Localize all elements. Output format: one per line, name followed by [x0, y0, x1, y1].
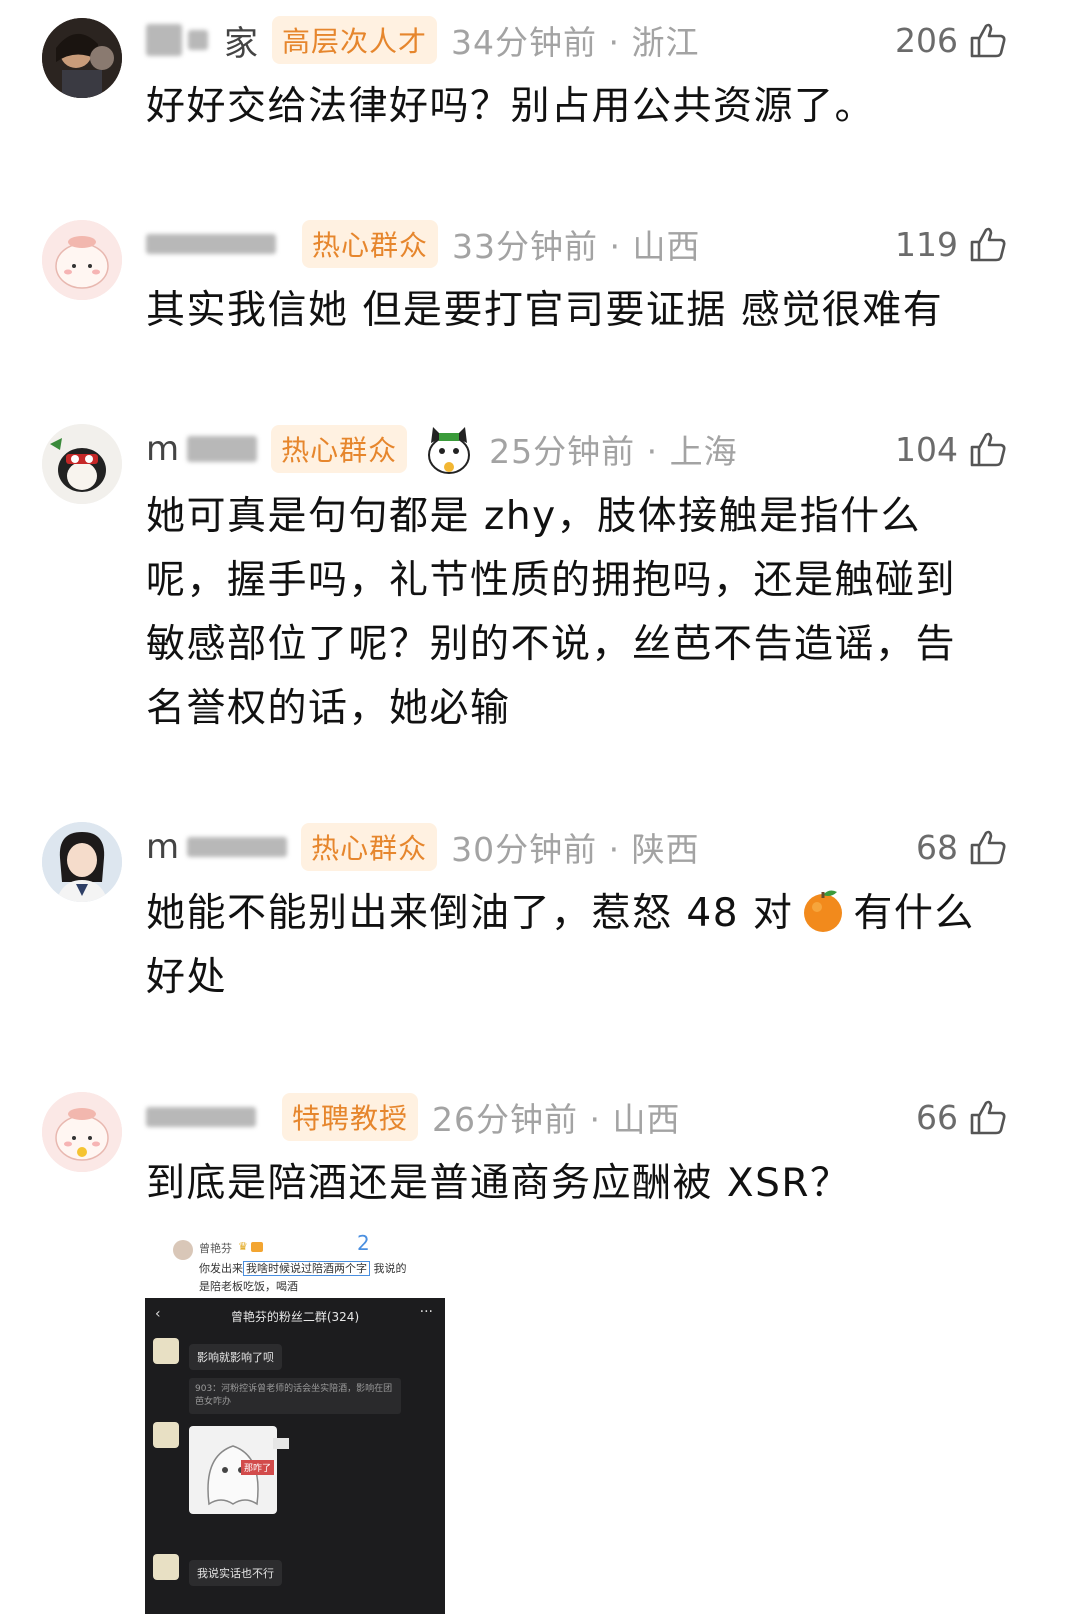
comment-text: 她能不能别出来倒油了，惹怒 48 对 有什么 好处: [146, 882, 1016, 1010]
time-location: 30分钟前 · 陕西: [451, 830, 700, 869]
username[interactable]: 家: [224, 16, 260, 65]
avatar[interactable]: [42, 220, 122, 300]
comment-meta: 热心群众 33分钟前 · 山西: [146, 219, 700, 269]
time-location: 25分钟前 · 上海: [489, 432, 738, 471]
comment-text-line: 呢，握手吗，礼节性质的拥抱吗，还是触碰到: [146, 558, 957, 603]
like-count: 119: [895, 224, 958, 264]
time-location: 34分钟前 · 浙江: [451, 23, 700, 62]
crown-icon: ♛: [238, 1240, 248, 1253]
comment-meta: 家 高层次人才 34分钟前 · 浙江: [146, 15, 699, 65]
chat-message: 影响就影响了呗: [189, 1344, 282, 1370]
chat-avatar: [153, 1422, 179, 1448]
sticker-label: 那咋了: [241, 1460, 275, 1475]
highlight-box: 我啥时候说过陪酒两个字: [243, 1261, 370, 1276]
like-button[interactable]: 104: [895, 424, 1008, 474]
thumbs-up-icon: [970, 23, 1006, 58]
embed-text: 你发出来: [199, 1262, 243, 1275]
username-redaction: [146, 24, 182, 56]
embed-text-line: 是陪老板吃饭，喝酒: [199, 1280, 298, 1293]
thumbs-up-icon: [970, 432, 1006, 467]
username-redaction: [187, 436, 258, 462]
user-badge: 热心群众: [302, 220, 439, 268]
like-button[interactable]: 119: [895, 219, 1008, 269]
avatar[interactable]: [42, 18, 122, 98]
comment-meta: m 热心群众 25分钟前 · 上海: [146, 424, 738, 474]
embed-comment: 曾艳芬 ♛ 2 你发出来 我啥时候说过陪酒两个字 我说的 是陪老板吃饭，喝酒: [145, 1230, 445, 1298]
user-badge: 热心群众: [271, 425, 408, 473]
chat-avatar: [153, 1554, 179, 1580]
embed-avatar: [173, 1240, 193, 1260]
time-location: 33分钟前 · 山西: [452, 227, 701, 266]
avatar[interactable]: [42, 1092, 122, 1172]
chat-avatar: [153, 1338, 179, 1364]
embed-tag: [251, 1242, 263, 1252]
like-button[interactable]: 68: [916, 822, 1008, 872]
time-location: 26分钟前 · 山西: [432, 1100, 681, 1139]
user-badge: 高层次人才: [272, 16, 438, 64]
thumbs-up-icon: [970, 227, 1006, 262]
chat-message: 我说实话也不行: [189, 1560, 282, 1586]
like-count: 206: [895, 20, 958, 60]
like-button[interactable]: 206: [895, 15, 1008, 65]
thumbs-up-icon: [970, 1100, 1006, 1135]
like-button[interactable]: 66: [916, 1092, 1008, 1142]
comment-text-line: 她可真是句句都是 zhy，肢体接触是指什么: [146, 494, 922, 539]
username[interactable]: m: [146, 827, 181, 867]
like-count: 68: [916, 827, 958, 867]
comment-text: 到底是陪酒还是普通商务应酬被 XSR？: [146, 1161, 851, 1206]
embed-text: 我说的: [373, 1262, 407, 1275]
embed-text-line: 你发出来 我啥时候说过陪酒两个字 我说的: [199, 1260, 407, 1276]
chat-quote: 903：河粉控诉曾老师的话会坐实陪酒，影响在团芭女咋办: [189, 1378, 401, 1414]
comment-text-line: 名誉权的话，她必输: [146, 686, 511, 731]
chat-screenshot: ‹ 曾艳芬的粉丝二群(324) ··· 影响就影响了呗 903：河粉控诉曾老师的…: [145, 1298, 445, 1614]
orange-emoji-icon: [804, 890, 843, 932]
cat-badge-icon: [428, 427, 471, 474]
annotation-number: 2: [357, 1231, 370, 1255]
like-count: 104: [895, 429, 958, 469]
more-icon: ···: [419, 1304, 433, 1320]
comment-text-part: 她能不能别出来倒油了，惹怒 48 对: [146, 891, 794, 936]
comment-text: 好好交给法律好吗？别占用公共资源了。: [146, 84, 876, 129]
avatar[interactable]: [42, 822, 122, 902]
chat-title: 曾艳芬的粉丝二群(324): [230, 1310, 360, 1324]
comment-meta: 特聘教授 26分钟前 · 山西: [146, 1092, 680, 1142]
like-count: 66: [916, 1097, 958, 1137]
comment-text: 她可真是句句都是 zhy，肢体接触是指什么 呢，握手吗，礼节性质的拥抱吗，还是触…: [146, 485, 1016, 741]
attached-image[interactable]: 曾艳芬 ♛ 2 你发出来 我啥时候说过陪酒两个字 我说的 是陪老板吃饭，喝酒 ‹ …: [145, 1230, 445, 1614]
comment-text-line: 好处: [146, 955, 228, 1000]
username[interactable]: m: [146, 429, 181, 469]
comment-text: 其实我信她 但是要打官司要证据 感觉很难有: [146, 288, 944, 333]
username-redaction: [188, 30, 208, 50]
sticker-caption: [273, 1438, 290, 1449]
user-badge: 特聘教授: [282, 1093, 419, 1141]
comment-meta: m 热心群众 30分钟前 · 陕西: [146, 822, 700, 872]
comment-text-part: 有什么: [853, 891, 975, 936]
username-redaction: [187, 837, 288, 857]
thumbs-up-icon: [970, 830, 1006, 865]
username-redaction: [146, 1107, 256, 1127]
comment-text-line: 敏感部位了呢？别的不说，丝芭不告造谣，告: [146, 622, 957, 667]
username-redaction: [146, 234, 276, 254]
embed-username: 曾艳芬: [199, 1242, 232, 1255]
avatar[interactable]: [42, 424, 122, 504]
user-badge: 热心群众: [301, 823, 438, 871]
